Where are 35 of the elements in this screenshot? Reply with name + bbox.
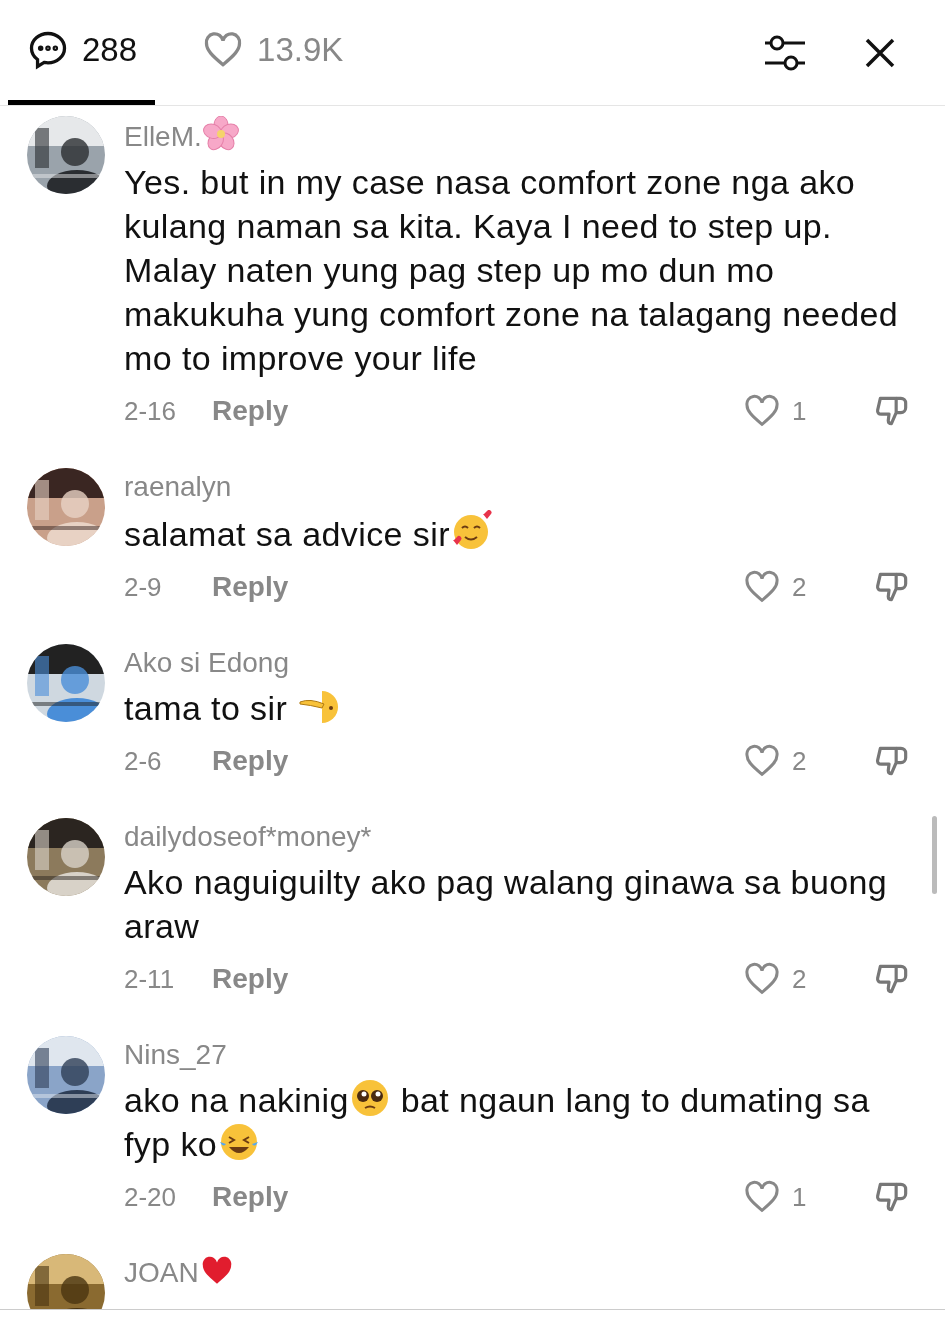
scrollbar[interactable] [932, 816, 937, 894]
like-button[interactable]: 2 [742, 959, 874, 999]
blossom-icon [202, 116, 239, 152]
username: dailydoseof*money* [124, 820, 373, 854]
like-button[interactable]: 1 [742, 391, 874, 431]
comment-date: 2-9 [124, 570, 163, 604]
username: JOAN [124, 1254, 912, 1292]
comment-date: 2-6 [124, 744, 163, 778]
comment-date: 2-16 [124, 394, 178, 428]
comment-date: 2-20 [124, 1180, 178, 1214]
pleading-face-icon [349, 1078, 390, 1118]
smiling-face-icon [450, 510, 493, 552]
reply-button[interactable]: Reply [212, 566, 289, 608]
reply-button[interactable]: Reply [212, 958, 289, 1000]
comment-text: tama to sir [124, 686, 912, 730]
comment-text: Yes. but in my case nasa comfort zone nga ako kulang naman sa kita. Kaya I need to step up. Malay naten yung pag step up mo dun mo makukuha yung comfort zone na talagang needed mo to improve your life [124, 162, 900, 379]
reply-button[interactable]: Reply [212, 1176, 289, 1218]
tab[interactable]: 13.9K [183, 0, 362, 105]
username: raenalyn [124, 470, 233, 504]
reply-button[interactable]: Reply [212, 390, 289, 432]
username: ElleM. [124, 116, 912, 156]
tab[interactable]: 288 [8, 0, 156, 105]
comment-text: ako na nakinig bat ngaun lang to dumating sa fyp ko [124, 1078, 912, 1166]
close-icon[interactable] [865, 37, 895, 68]
comment-date: 2-11 [124, 962, 176, 996]
comment-text: Ako naguiguilty ako pag walang ginawa sa buong araw [124, 862, 889, 947]
username: Nins_27 [124, 1038, 228, 1072]
laughing-face-icon [218, 1122, 261, 1162]
like-button[interactable]: 2 [742, 741, 874, 781]
reply-button[interactable]: Reply [212, 740, 289, 782]
like-button[interactable]: 2 [742, 567, 874, 607]
filter-icon[interactable] [763, 33, 805, 72]
comment-text: salamat sa advice sir [124, 510, 912, 556]
like-button[interactable]: 1 [742, 1177, 874, 1217]
username: Ako si Edong [124, 646, 290, 680]
